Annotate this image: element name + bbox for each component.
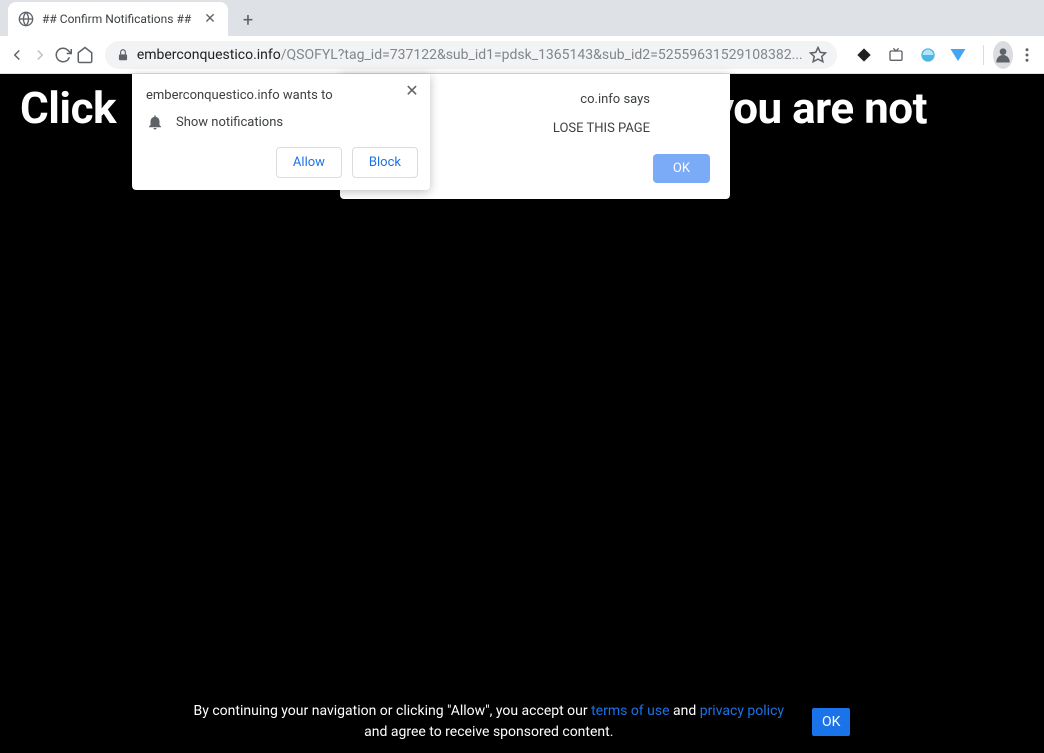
consent-bar: By continuing your navigation or clickin… (0, 701, 1044, 743)
tab-title: ## Confirm Notifications ## (42, 12, 194, 26)
notification-permission-popup: ✕ emberconquestico.info wants to Show no… (132, 74, 430, 190)
consent-ok-button[interactable]: OK (812, 708, 850, 736)
extension-icon-3[interactable] (919, 46, 937, 64)
permission-title: emberconquestico.info wants to (146, 88, 418, 103)
url-text: emberconquestico.info /QSOFYL?tag_id=737… (137, 47, 803, 63)
alert-ok-button[interactable]: OK (653, 154, 710, 183)
reload-button[interactable] (53, 41, 72, 69)
browser-tab[interactable]: ## Confirm Notifications ## ✕ (8, 2, 228, 36)
address-bar[interactable]: emberconquestico.info /QSOFYL?tag_id=737… (105, 41, 837, 69)
extension-icon-1[interactable] (855, 46, 873, 64)
url-host: emberconquestico.info (137, 47, 281, 63)
permission-close-icon[interactable]: ✕ (402, 80, 422, 100)
toolbar-divider (983, 45, 984, 65)
privacy-link[interactable]: privacy policy (700, 703, 784, 719)
browser-toolbar: emberconquestico.info /QSOFYL?tag_id=737… (0, 36, 1044, 74)
headline-right: you are not (712, 82, 927, 134)
tab-bar: ## Confirm Notifications ## ✕ + (0, 0, 1044, 36)
forward-button[interactable] (31, 41, 50, 69)
lock-icon (115, 47, 131, 63)
bookmark-star-icon[interactable] (809, 46, 827, 64)
extension-icon-4[interactable] (949, 46, 967, 64)
back-button[interactable] (8, 41, 27, 69)
home-button[interactable] (76, 41, 95, 69)
new-tab-button[interactable]: + (234, 6, 262, 34)
profile-avatar[interactable] (993, 41, 1013, 69)
extension-icon-2[interactable] (887, 46, 905, 64)
block-button[interactable]: Block (352, 147, 418, 178)
extension-icons (855, 46, 937, 64)
url-path: /QSOFYL?tag_id=737122&sub_id1=pdsk_13651… (281, 47, 803, 63)
consent-text: By continuing your navigation or clickin… (194, 701, 785, 743)
allow-button[interactable]: Allow (276, 147, 342, 178)
browser-menu-button[interactable] (1017, 46, 1036, 64)
tab-close-icon[interactable]: ✕ (202, 11, 218, 27)
headline-left: Click (20, 82, 116, 134)
globe-icon (18, 11, 34, 27)
terms-link[interactable]: terms of use (591, 703, 669, 719)
bell-icon (146, 113, 164, 131)
permission-row-text: Show notifications (176, 115, 283, 130)
